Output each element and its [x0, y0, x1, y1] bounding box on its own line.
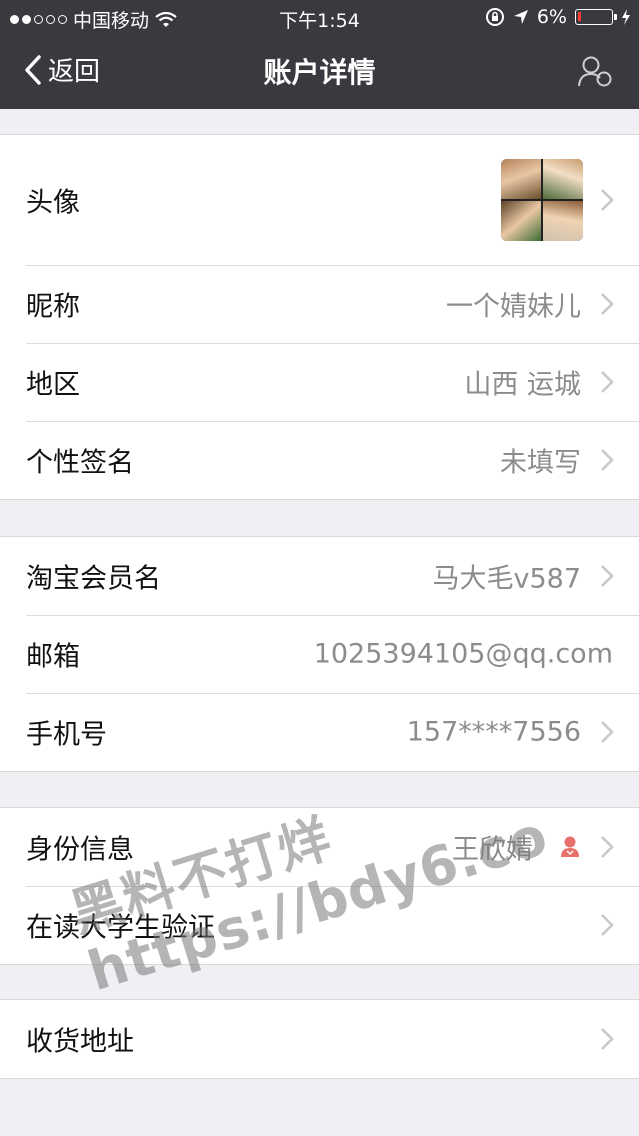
identity-label: 身份信息 — [26, 834, 134, 866]
status-bar: 中国移动 下午1:54 6% — [0, 0, 639, 36]
page-title: 账户详情 — [263, 56, 376, 89]
email-label: 邮箱 — [26, 641, 80, 673]
signature-value: 未填写 — [500, 447, 581, 479]
shipping-group: 收货地址 — [0, 999, 639, 1079]
identity-name-value: 王欣婧 — [452, 834, 533, 866]
taobao-name-value: 马大毛v587 — [432, 563, 581, 595]
email-row: 邮箱 1025394105@qq.com — [0, 615, 639, 693]
student-verification-label: 在读大学生验证 — [26, 912, 215, 944]
account-group: 淘宝会员名 马大毛v587 邮箱 1025394105@qq.com 手机号 1… — [0, 536, 639, 772]
phone-label: 手机号 — [26, 719, 107, 751]
navigation-bar: 返回 账户详情 — [0, 36, 639, 109]
top-bar: 中国移动 下午1:54 6% 返回 账户详情 — [0, 0, 639, 109]
region-label: 地区 — [26, 369, 80, 401]
email-value: 1025394105@qq.com — [313, 638, 613, 670]
signature-label: 个性签名 — [26, 447, 134, 479]
chevron-right-icon — [601, 721, 614, 743]
taobao-name-row[interactable]: 淘宝会员名 马大毛v587 — [0, 537, 639, 615]
region-row[interactable]: 地区 山西 运城 — [0, 343, 639, 421]
chevron-right-icon — [601, 449, 614, 471]
battery-percent: 6% — [536, 6, 567, 28]
contacts-button[interactable] — [577, 54, 613, 92]
charging-icon — [622, 9, 630, 25]
avatar — [501, 159, 583, 241]
phone-row[interactable]: 手机号 157****7556 — [0, 693, 639, 771]
shipping-address-label: 收货地址 — [26, 1026, 134, 1058]
chevron-right-icon — [601, 836, 614, 858]
battery-icon — [575, 9, 617, 25]
shipping-address-row[interactable]: 收货地址 — [0, 1000, 639, 1078]
nickname-label: 昵称 — [26, 291, 80, 323]
avatar-label: 头像 — [26, 187, 80, 219]
identity-group: 身份信息 王欣婧 在读大学生验证 — [0, 807, 639, 965]
avatar-row[interactable]: 头像 — [0, 135, 639, 265]
taobao-name-label: 淘宝会员名 — [26, 563, 161, 595]
nickname-row[interactable]: 昵称 一个婧妹儿 — [0, 265, 639, 343]
lock-rotation-icon — [485, 8, 504, 26]
region-value: 山西 运城 — [464, 369, 581, 401]
identity-row[interactable]: 身份信息 王欣婧 — [0, 808, 639, 886]
chevron-right-icon — [601, 914, 614, 936]
signature-row[interactable]: 个性签名 未填写 — [0, 421, 639, 499]
profile-group: 头像 昵称 一个婧妹儿 地区 山西 运城 个性签名 未填写 — [0, 134, 639, 500]
contacts-icon — [578, 56, 612, 87]
chevron-right-icon — [601, 293, 614, 315]
identity-verified-icon — [561, 836, 579, 857]
nickname-value: 一个婧妹儿 — [446, 291, 581, 323]
location-icon — [513, 10, 528, 24]
chevron-right-icon — [601, 189, 614, 211]
chevron-right-icon — [601, 565, 614, 587]
chevron-right-icon — [601, 1028, 614, 1050]
phone-value: 157****7556 — [406, 716, 581, 748]
chevron-right-icon — [601, 371, 614, 393]
student-verification-row[interactable]: 在读大学生验证 — [0, 886, 639, 964]
